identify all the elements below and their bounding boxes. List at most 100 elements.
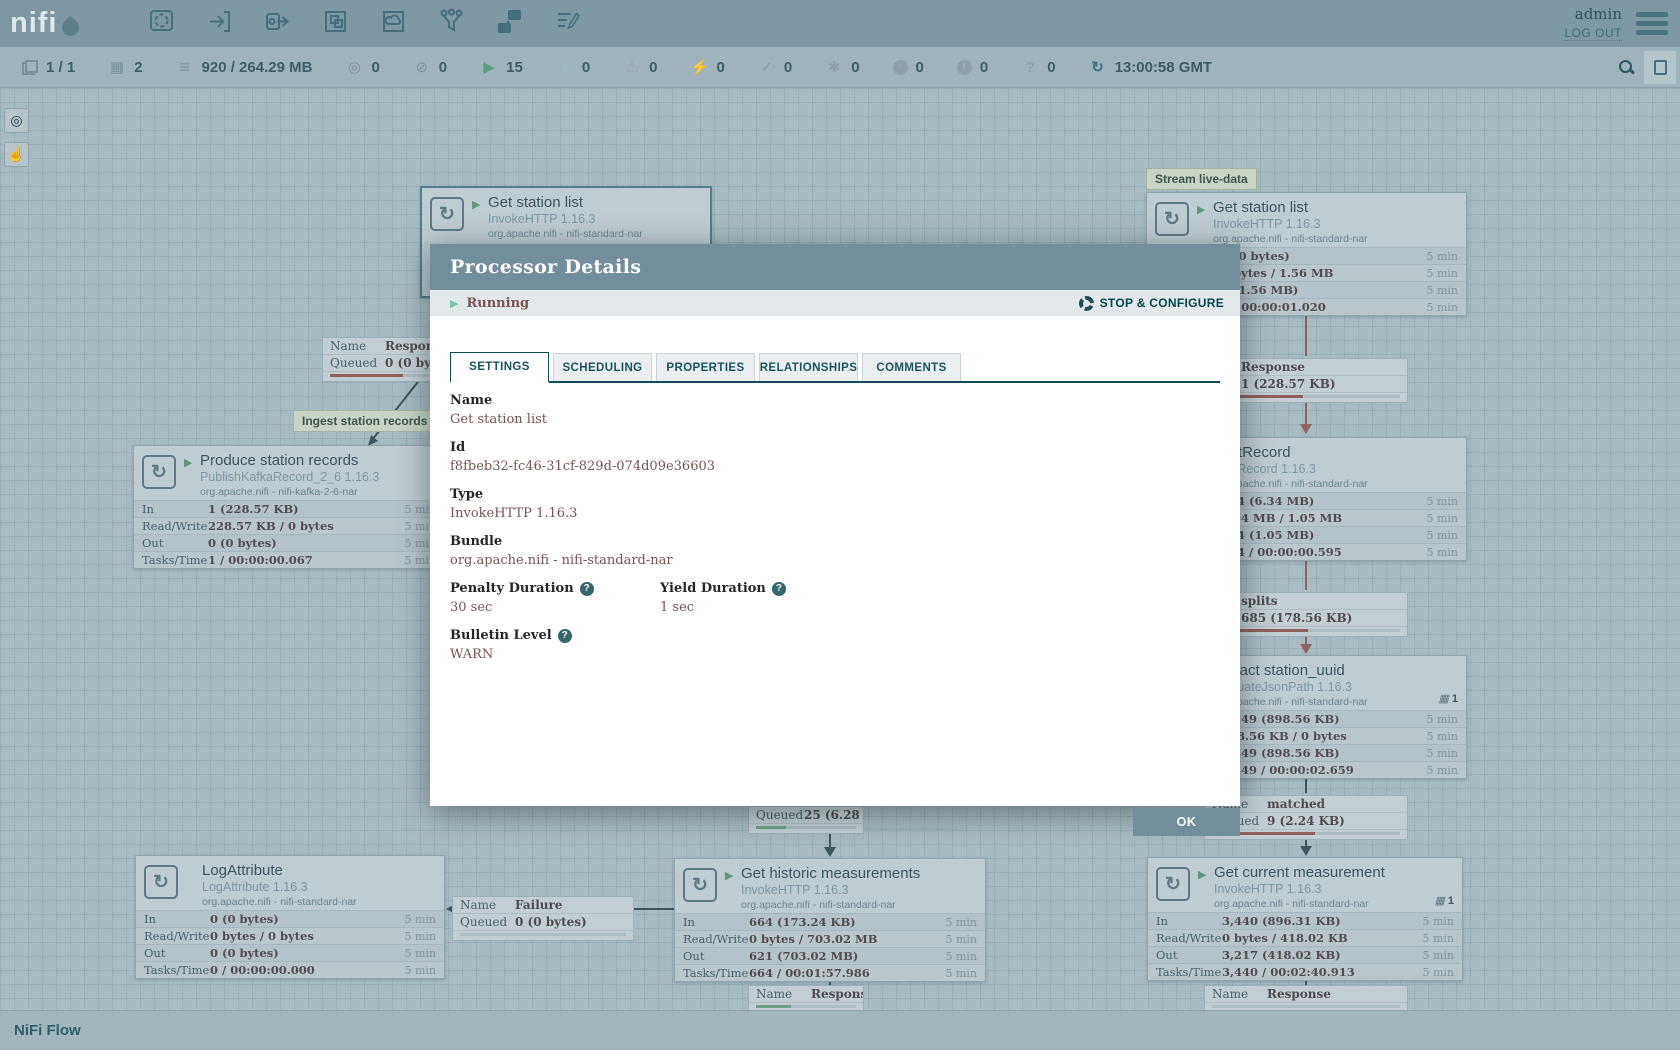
field-bundle: Bundle org.apache.nifi - nifi-standard-n… (450, 534, 1220, 568)
dialog-header: Processor Details (430, 244, 1240, 290)
fit-view-button[interactable]: ◎ (4, 108, 29, 133)
processor-icon: ↻ (1156, 867, 1190, 901)
processor-icon: ↻ (1155, 202, 1189, 236)
global-status-bar: 1 / 1 2 920 / 264.29 MB 0 0 15 0 0 0 0 0… (0, 47, 1680, 88)
threads-grid-icon (108, 58, 126, 76)
locally-modified-stale-icon: ! (957, 60, 972, 75)
stat-up-to-date: 0 (758, 58, 792, 76)
stat-threads: 2 (108, 58, 142, 76)
stat-cluster: 1 / 1 (22, 59, 75, 76)
processor-get-historic-measurements[interactable]: ↻ ▶ Get historic measurements InvokeHTTP… (674, 858, 986, 982)
bulletin-count-badge: ▦1 (1434, 894, 1454, 907)
breadcrumb-bar: NiFi Flow (0, 1010, 1680, 1050)
stat-not-transmitting: 0 (413, 58, 447, 76)
field-yield-duration: Yield Duration? 1 sec (660, 581, 786, 615)
panel-icon (1654, 60, 1667, 75)
logout-link[interactable]: LOG OUT (1564, 26, 1622, 41)
label-ingest-station-records[interactable]: Ingest station records (293, 410, 436, 432)
field-penalty-duration: Penalty Duration? 30 sec (450, 581, 660, 615)
stat-running: 15 (480, 58, 523, 76)
processor-icon: ↻ (683, 868, 717, 902)
tab-relationships[interactable]: RELATIONSHIPS (759, 353, 858, 381)
disabled-icon (691, 58, 709, 76)
processor-produce-station-records[interactable]: ↻ ▶ Produce station records PublishKafka… (133, 445, 445, 569)
help-icon[interactable]: ? (580, 582, 594, 596)
processor-state-label: Running (466, 296, 529, 311)
invalid-icon (623, 58, 641, 76)
up-to-date-icon (758, 58, 776, 76)
help-icon[interactable]: ? (772, 582, 786, 596)
stat-last-refresh: 13:00:58 GMT (1089, 58, 1213, 76)
running-indicator-icon: ▶ (472, 198, 480, 211)
remote-process-group-tool-icon[interactable] (380, 8, 407, 40)
running-indicator-icon: ▶ (450, 297, 458, 310)
nifi-drop-icon (58, 15, 82, 39)
tab-scheduling[interactable]: SCHEDULING (553, 353, 652, 381)
label-flow-tool-icon[interactable] (496, 8, 523, 40)
dialog-tabs: SETTINGS SCHEDULING PROPERTIES RELATIONS… (450, 352, 1220, 383)
cluster-icon (22, 60, 38, 75)
sync-failure-icon (1021, 59, 1039, 76)
ok-button[interactable]: OK (1133, 808, 1240, 836)
processor-details-dialog: Processor Details ▶ Running STOP & CONFI… (430, 244, 1240, 806)
running-indicator-icon: ▶ (1197, 203, 1205, 216)
nifi-logo-text: nifi (10, 9, 58, 38)
field-type: Type InvokeHTTP 1.16.3 (450, 487, 1220, 521)
stat-stale: ↑0 (893, 59, 924, 76)
connection-response-bottom-right[interactable]: NameResponse (1204, 985, 1408, 1013)
template-tool-icon[interactable] (554, 8, 581, 40)
processor-icon: ↻ (142, 455, 176, 489)
stat-transmitting: 0 (345, 58, 379, 76)
tab-properties[interactable]: PROPERTIES (656, 353, 755, 381)
running-indicator-icon: ▶ (1198, 868, 1206, 881)
running-indicator-icon: ▶ (184, 456, 192, 469)
transmitting-icon (345, 58, 363, 76)
input-port-tool-icon[interactable] (206, 8, 233, 40)
locally-modified-icon (825, 58, 843, 76)
stat-locally-modified-stale: !0 (957, 59, 988, 76)
connection-failure[interactable]: NameFailure Queued0 (0 bytes) (452, 896, 634, 941)
search-icon[interactable] (1618, 59, 1634, 75)
stat-disabled: 0 (691, 58, 725, 76)
processor-get-current-measurement[interactable]: ↻ ▶ Get current measurement InvokeHTTP 1… (1147, 857, 1463, 981)
processor-icon: ↻ (430, 197, 464, 231)
field-bulletin-level: Bulletin Level? WARN (450, 628, 1220, 662)
refresh-icon[interactable] (1089, 58, 1107, 76)
stat-invalid: 0 (623, 58, 657, 76)
label-stream-live-data[interactable]: Stream live-data (1146, 168, 1257, 190)
output-port-tool-icon[interactable] (264, 8, 291, 40)
stop-and-configure-button[interactable]: STOP & CONFIGURE (1079, 296, 1224, 311)
field-id: Id f8fbeb32-fc46-31cf-829d-074d09e36603 (450, 440, 1220, 474)
dialog-status-row: ▶ Running STOP & CONFIGURE (430, 290, 1240, 316)
current-user: admin (1564, 5, 1622, 23)
not-transmitting-icon (413, 58, 431, 76)
queued-list-icon (176, 57, 194, 78)
tab-settings[interactable]: SETTINGS (450, 352, 549, 383)
tab-comments[interactable]: COMMENTS (862, 353, 961, 381)
processor-icon: ↻ (144, 865, 178, 899)
process-group-tool-icon[interactable] (322, 8, 349, 40)
running-icon (480, 58, 498, 76)
stopped-icon (556, 59, 574, 76)
hand-drag-button[interactable]: ☝ (4, 142, 29, 167)
app-header: nifi admin LOG OUT (0, 0, 1680, 47)
funnel-tool-icon[interactable] (438, 8, 465, 40)
breadcrumb[interactable]: NiFi Flow (14, 1022, 81, 1039)
global-menu-icon[interactable] (1636, 8, 1668, 39)
nifi-logo: nifi (10, 9, 122, 38)
stat-locally-modified: 0 (825, 58, 859, 76)
connection-response-bottom-center[interactable]: NameResponse (748, 985, 864, 1013)
stale-icon: ↑ (893, 60, 908, 75)
processor-logattribute[interactable]: ↻ LogAttribute LogAttribute 1.16.3 org.a… (135, 855, 445, 979)
help-icon[interactable]: ? (558, 629, 572, 643)
processor-tool-icon[interactable] (148, 8, 175, 40)
gear-icon (1079, 296, 1094, 311)
bulletin-count-badge: ▦1 (1438, 692, 1458, 705)
field-name: Name Get station list (450, 393, 1220, 427)
stat-sync-failure: 0 (1021, 59, 1055, 76)
running-indicator-icon: ▶ (725, 869, 733, 882)
birdseye-panel-button[interactable] (1644, 51, 1676, 84)
stat-stopped: 0 (556, 59, 590, 76)
stat-queued: 920 / 264.29 MB (176, 57, 313, 78)
dialog-title: Processor Details (450, 256, 641, 278)
